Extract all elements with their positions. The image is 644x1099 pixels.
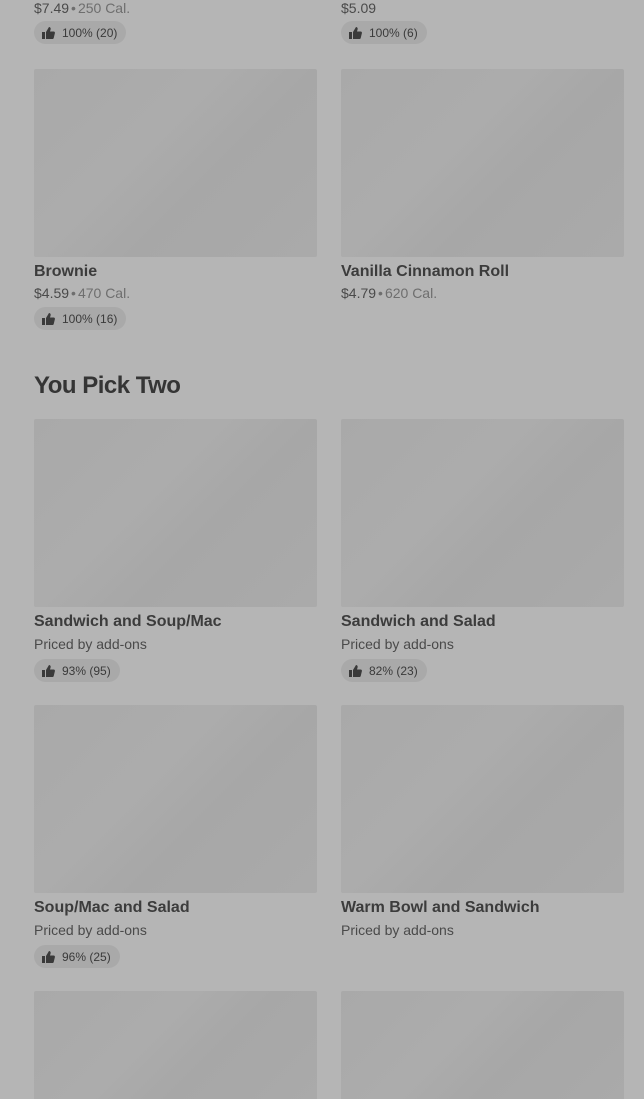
item-subtitle: Priced by add-ons <box>341 922 454 938</box>
item-subtitle: Priced by add-ons <box>34 636 147 652</box>
item-image[interactable] <box>34 991 317 1099</box>
price-line: $4.79 • 620 Cal. <box>341 285 624 301</box>
item-image[interactable] <box>341 991 624 1099</box>
menu-item-card[interactable]: $5.09 100% (6) <box>341 0 624 44</box>
item-name: Brownie <box>34 263 98 280</box>
menu-item-card[interactable]: Sandwich and Salad Priced by add-ons 82%… <box>341 419 624 682</box>
item-name: Soup/Mac and Salad <box>34 899 190 916</box>
item-calories: 250 Cal. <box>77 0 131 16</box>
menu-item-card[interactable]: Brownie $4.59 • 470 Cal. 100% (16) <box>34 69 317 330</box>
thumbs-up-icon <box>349 664 362 677</box>
item-calories: 620 Cal. <box>384 285 438 301</box>
menu-item-card[interactable]: $7.49 • 250 Cal. 100% (20) <box>34 0 317 44</box>
rating-badge: 100% (6) <box>341 21 427 44</box>
separator-dot: • <box>378 285 383 301</box>
rating-text: 100% (6) <box>369 25 418 40</box>
rating-text: 100% (20) <box>62 25 118 40</box>
item-name: Vanilla Cinnamon Roll <box>341 263 510 280</box>
thumbs-up-icon <box>349 26 362 39</box>
item-subtitle: Priced by add-ons <box>341 636 454 652</box>
item-image[interactable] <box>341 705 624 893</box>
menu-item-card[interactable]: Soup/Mac and Salad Priced by add-ons 96%… <box>34 705 317 968</box>
item-subtitle: Priced by add-ons <box>34 922 147 938</box>
rating-badge: 82% (23) <box>341 659 427 682</box>
item-image[interactable] <box>34 69 317 257</box>
rating-text: 93% (95) <box>62 663 111 678</box>
rating-text: 100% (16) <box>62 311 118 326</box>
price-line: $7.49 • 250 Cal. <box>34 0 317 16</box>
separator-dot: • <box>71 0 76 16</box>
item-price: $7.49 <box>34 0 70 16</box>
thumbs-up-icon <box>42 26 55 39</box>
item-image[interactable] <box>341 419 624 607</box>
menu-item-card[interactable]: Warm Bowl and Sandwich Priced by add-ons <box>341 705 624 939</box>
thumbs-up-icon <box>42 312 55 325</box>
item-calories: 470 Cal. <box>77 285 131 301</box>
thumbs-up-icon <box>42 950 55 963</box>
item-image[interactable] <box>34 705 317 893</box>
item-price: $4.59 <box>34 285 70 301</box>
price-line: $5.09 <box>341 0 624 16</box>
item-name: Sandwich and Salad <box>341 613 496 630</box>
rating-badge: 100% (16) <box>34 307 127 330</box>
menu-item-card[interactable] <box>34 991 317 1099</box>
item-name: Sandwich and Soup/Mac <box>34 613 222 630</box>
menu-item-card[interactable]: Vanilla Cinnamon Roll $4.79 • 620 Cal. <box>341 69 624 301</box>
item-image[interactable] <box>341 69 624 257</box>
item-price: $5.09 <box>341 0 377 16</box>
rating-text: 96% (25) <box>62 949 111 964</box>
rating-badge: 100% (20) <box>34 21 127 44</box>
thumbs-up-icon <box>42 664 55 677</box>
price-line: $4.59 • 470 Cal. <box>34 285 317 301</box>
menu-item-card[interactable]: Sandwich and Soup/Mac Priced by add-ons … <box>34 419 317 682</box>
rating-badge: 93% (95) <box>34 659 120 682</box>
menu-page: $7.49 • 250 Cal. 100% (20) $5.09 100% (6) … <box>0 0 644 1099</box>
item-image[interactable] <box>34 419 317 607</box>
item-price: $4.79 <box>341 285 377 301</box>
section-title: You Pick Two <box>34 372 181 399</box>
separator-dot: • <box>71 285 76 301</box>
item-name: Warm Bowl and Sandwich <box>341 899 540 916</box>
rating-text: 82% (23) <box>369 663 418 678</box>
menu-item-card[interactable] <box>341 991 624 1099</box>
rating-badge: 96% (25) <box>34 945 120 968</box>
